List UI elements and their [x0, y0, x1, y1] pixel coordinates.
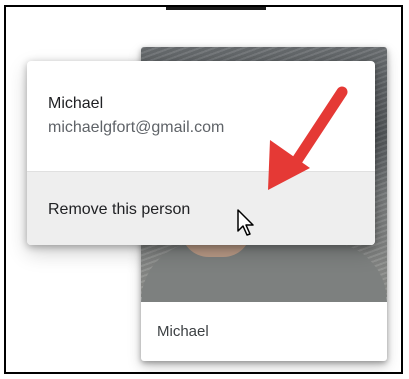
screenshot-frame: Michael Michael michaelgfort@gmail.com R…	[4, 5, 403, 374]
remove-person-menu-item[interactable]: Remove this person	[27, 172, 375, 245]
header-strip	[166, 7, 266, 10]
person-info: Michael michaelgfort@gmail.com	[27, 61, 375, 171]
remove-person-label: Remove this person	[48, 201, 191, 218]
person-name: Michael	[48, 95, 104, 112]
mouse-cursor-icon	[237, 209, 254, 236]
person-card-name: Michael	[157, 323, 209, 340]
person-email: michaelgfort@gmail.com	[48, 119, 225, 136]
person-context-menu: Michael michaelgfort@gmail.com Remove th…	[27, 61, 375, 245]
photo-shirt	[141, 242, 387, 302]
